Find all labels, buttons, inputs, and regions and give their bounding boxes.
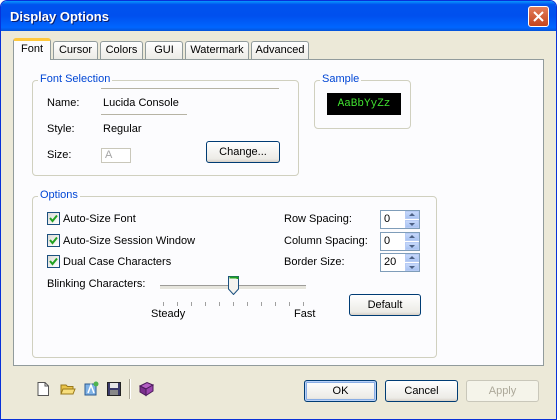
close-button[interactable]	[528, 6, 549, 27]
slider-tick	[261, 302, 262, 306]
slider-tick	[191, 302, 192, 306]
cancel-button[interactable]: Cancel	[385, 380, 458, 402]
row-spacing-label: Row Spacing:	[284, 213, 352, 225]
name-label: Name:	[47, 97, 80, 109]
font-size-field: A	[101, 148, 131, 163]
slider-tick	[233, 302, 234, 306]
spin-down-button[interactable]	[405, 220, 419, 228]
tab-label: Advanced	[255, 44, 305, 56]
border-size-spinner[interactable]: 20	[380, 253, 420, 272]
font-name-underline	[101, 88, 279, 89]
dual-case-characters-label: Dual Case Characters	[63, 256, 172, 268]
slider-tick	[303, 302, 304, 306]
tab-label: Colors	[105, 44, 138, 56]
cancel-label: Cancel	[404, 385, 439, 397]
column-spacing-spinner[interactable]: 0	[380, 232, 420, 251]
sample-group: Sample AaBbYyZz	[314, 73, 411, 129]
column-spacing-value: 0	[384, 235, 391, 247]
spin-down-button[interactable]	[405, 242, 419, 250]
book-icon[interactable]	[138, 381, 155, 397]
open-folder-icon[interactable]	[60, 381, 76, 397]
font-tool-icon[interactable]	[83, 381, 99, 397]
size-label: Size:	[47, 149, 72, 161]
default-button[interactable]: Default	[349, 294, 421, 316]
tab-label: GUI	[154, 44, 174, 56]
toolbar-separator	[129, 379, 131, 399]
tab-colors[interactable]: Colors	[100, 41, 143, 59]
options-title: Options	[38, 189, 80, 201]
row-spacing-spinner[interactable]: 0	[380, 210, 420, 229]
slider-thumb-icon	[228, 276, 239, 296]
blinking-slider-thumb[interactable]	[228, 276, 239, 296]
spin-up-button[interactable]	[405, 211, 419, 219]
tab-cursor[interactable]: Cursor	[53, 41, 98, 59]
border-size-value: 20	[384, 256, 397, 268]
font-size-value: A	[105, 149, 113, 161]
checkmark-icon	[49, 257, 58, 266]
slider-tick	[163, 302, 164, 306]
spin-up-button[interactable]	[405, 233, 419, 241]
auto-size-font-label: Auto-Size Font	[63, 213, 136, 225]
slider-tick	[177, 302, 178, 306]
ok-button[interactable]: OK	[304, 380, 377, 402]
row-spacing-value: 0	[384, 213, 391, 225]
tab-label: Font	[20, 43, 43, 55]
close-icon	[533, 11, 544, 22]
slider-tick	[289, 302, 290, 306]
column-spacing-label: Column Spacing:	[284, 235, 368, 247]
font-selection-group: Font Selection Name: Lucida Console Styl…	[32, 73, 299, 176]
tab-label: Watermark	[190, 44, 244, 56]
auto-size-session-window-label: Auto-Size Session Window	[63, 235, 196, 247]
auto-size-font-checkbox[interactable]	[47, 212, 60, 225]
save-icon[interactable]	[106, 381, 122, 397]
style-label: Style:	[47, 123, 75, 135]
font-style-value: Regular	[103, 123, 142, 135]
checkmark-icon	[49, 214, 58, 223]
apply-button: Apply	[466, 380, 539, 402]
font-selection-title: Font Selection	[38, 73, 113, 85]
tab-gui[interactable]: GUI	[145, 41, 183, 59]
options-group: Options Auto-Size Font Auto-Size Session…	[32, 189, 437, 358]
dialog-window: Display Options Font Cursor Colors GUI W…	[0, 0, 557, 420]
sample-preview: AaBbYyZz	[327, 93, 401, 115]
slider-min-label: Steady	[151, 308, 186, 320]
default-label: Default	[367, 299, 403, 311]
change-font-button[interactable]: Change...	[206, 141, 280, 163]
tab-font[interactable]: Font	[13, 38, 51, 60]
slider-max-label: Fast	[294, 308, 316, 320]
change-font-label: Change...	[219, 146, 267, 158]
blinking-characters-label: Blinking Characters:	[47, 278, 146, 290]
slider-tick	[247, 302, 248, 306]
ok-label: OK	[332, 385, 349, 397]
slider-tick	[219, 302, 220, 306]
font-tab-panel: Font Selection Name: Lucida Console Styl…	[13, 59, 544, 366]
spin-up-button[interactable]	[405, 254, 419, 262]
dual-case-characters-checkbox[interactable]	[47, 255, 60, 268]
auto-size-session-window-checkbox[interactable]	[47, 234, 60, 247]
spin-down-button[interactable]	[405, 263, 419, 271]
window-title: Display Options	[10, 9, 109, 24]
checkmark-icon	[49, 236, 58, 245]
tab-watermark[interactable]: Watermark	[185, 41, 249, 59]
sample-title: Sample	[320, 73, 362, 85]
apply-label: Apply	[488, 385, 517, 397]
new-document-icon[interactable]	[35, 381, 51, 397]
slider-tick	[205, 302, 206, 306]
tab-label: Cursor	[58, 44, 92, 56]
font-name-value: Lucida Console	[103, 97, 179, 109]
dialog-client: Font Cursor Colors GUI Watermark Advance…	[4, 31, 553, 416]
slider-tick	[275, 302, 276, 306]
tab-advanced[interactable]: Advanced	[251, 41, 309, 59]
border-size-label: Border Size:	[284, 256, 345, 268]
title-bar[interactable]: Display Options	[1, 1, 556, 31]
font-style-underline	[101, 114, 187, 115]
